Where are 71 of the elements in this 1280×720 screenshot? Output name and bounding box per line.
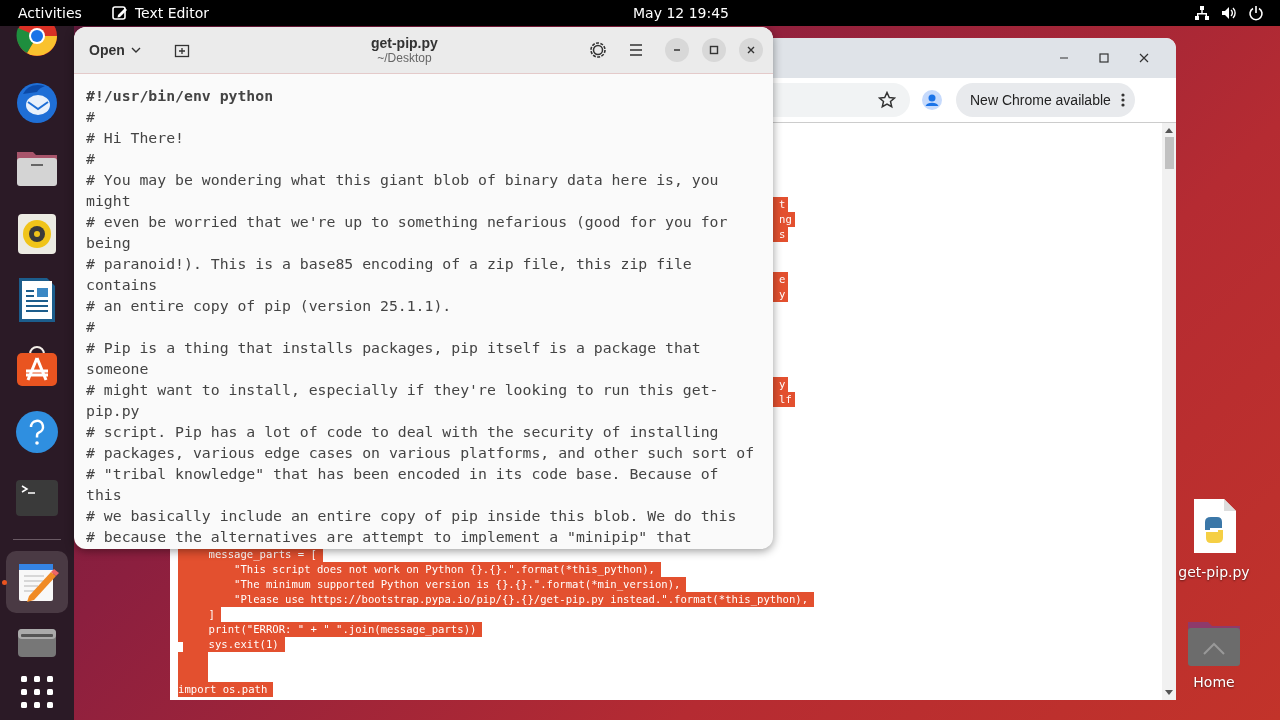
highlighted-text: s [773, 227, 789, 242]
maximize-icon [709, 45, 719, 55]
code-line: # even be worried that we're up to something nefarious (good for you for [86, 212, 729, 232]
scrollbar[interactable] [1162, 123, 1176, 700]
code-line: # You may be wondering what this giant blob of binary data here is, you [86, 170, 720, 190]
highlighted-text: ng [773, 212, 795, 227]
settings-icon[interactable] [589, 41, 607, 59]
menu-icon[interactable] [629, 44, 643, 56]
python-file-icon[interactable] [1191, 498, 1237, 554]
code-line: # script. Pip has a lot of code to deal with the security of installing [86, 422, 720, 442]
highlighted-text: y [773, 377, 789, 392]
drive-icon[interactable] [15, 628, 59, 658]
help-icon[interactable] [15, 410, 59, 454]
code-line: # paranoid!). This is a base85 encoding of a zip file, this zip file [86, 254, 693, 274]
close-icon [746, 45, 756, 55]
code-line: # because the alternatives are attempt to implement a "minipip" that [86, 527, 693, 547]
scroll-up-icon[interactable] [1165, 127, 1173, 133]
code-line: pip.py [86, 401, 141, 421]
code-line: # [86, 149, 96, 169]
speaker-icon[interactable] [1221, 5, 1237, 21]
file-path: ~/Desktop [377, 51, 432, 65]
code-line: someone [86, 359, 150, 379]
code-line: # [86, 317, 96, 337]
highlighted-text: e [773, 272, 789, 287]
close-button[interactable] [739, 38, 763, 62]
pencil-icon [111, 5, 128, 21]
scroll-down-icon[interactable] [1165, 690, 1173, 696]
code-line: # an entire copy of pip (version 25.1.1). [86, 296, 453, 316]
browser-icon[interactable] [15, 26, 59, 58]
code-line: this [86, 485, 123, 505]
code-line: # packages, various edge cases on various platforms, and other such sort of [86, 443, 756, 463]
bird-mail-icon[interactable] [15, 80, 59, 124]
desktop-icon-label[interactable]: Home [1193, 674, 1235, 690]
update-button[interactable]: New Chrome available [956, 83, 1135, 117]
app-grid-icon[interactable] [20, 675, 54, 709]
code-line: # "tribal knowledge" that has been encoded in its code base. Because of [86, 464, 720, 484]
app-menu[interactable]: Text Editor [111, 5, 210, 21]
network-icon[interactable] [1194, 5, 1210, 21]
maximize-icon [1099, 53, 1109, 63]
document-icon[interactable] [17, 277, 57, 323]
star-icon[interactable] [878, 91, 896, 109]
caret-icon [130, 47, 141, 53]
code-line: # might want to install, especially if they're looking to run this get- [86, 380, 720, 400]
code-line: # we basically include an entire copy of pip inside this blob. We do this [86, 506, 738, 526]
more-icon [1120, 93, 1125, 107]
power-icon[interactable] [1248, 5, 1264, 21]
code-line: #!/usr/bin/env python [86, 86, 275, 106]
code-line: might [86, 191, 132, 211]
new-tab-icon[interactable] [173, 42, 190, 58]
activities-button[interactable]: Activities [18, 5, 82, 21]
open-button[interactable]: Open [80, 36, 150, 64]
desktop-icon-label[interactable]: get-pip.py [1178, 564, 1250, 580]
code-line: # Hi There! [86, 128, 185, 148]
window-title: get-pip.py [370, 35, 438, 51]
code-line: being [86, 233, 132, 253]
terminal-icon[interactable] [15, 479, 59, 517]
profile-icon[interactable] [922, 90, 942, 110]
shopping-bag-icon[interactable] [15, 344, 59, 388]
highlighted-text: t [773, 197, 789, 212]
highlighted-text: y [773, 287, 789, 302]
clock[interactable]: May 12 19:45 [633, 5, 729, 21]
minimize-icon [673, 49, 681, 51]
maximize-button[interactable] [702, 38, 726, 62]
scroll-thumb[interactable] [1164, 137, 1174, 169]
code-line: # Pip is a thing that installs packages, pip itself is a package that [86, 338, 702, 358]
highlighted-text: lf [773, 392, 795, 407]
minimize-icon [1059, 57, 1069, 59]
code-line: # [86, 107, 96, 127]
code-line: contains [86, 275, 159, 295]
speaker-app-icon[interactable] [17, 212, 57, 256]
close-icon [1139, 53, 1149, 63]
